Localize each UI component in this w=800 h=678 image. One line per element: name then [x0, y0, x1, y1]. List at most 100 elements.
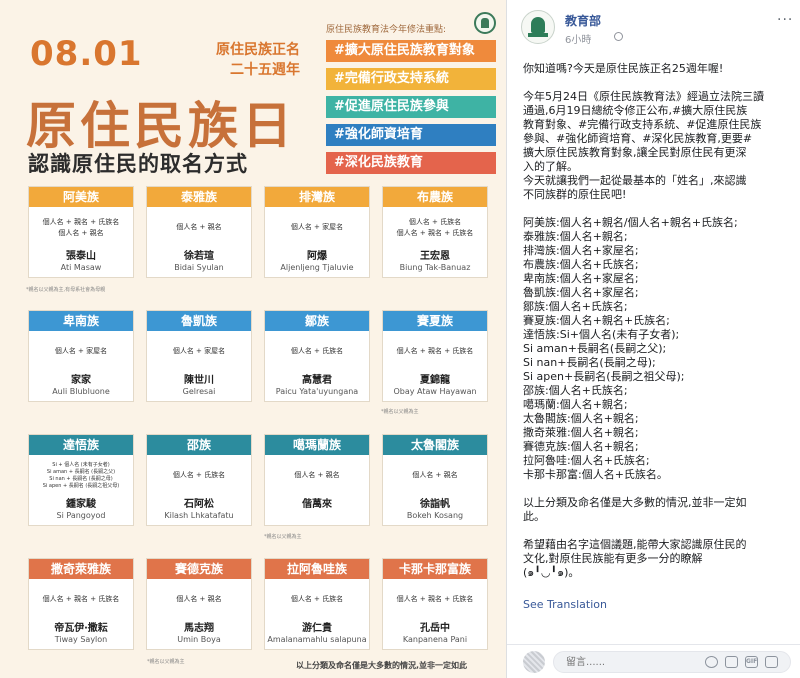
poster-date: 08.01 — [30, 34, 143, 74]
post-line: 不同族群的原住民吧! — [523, 188, 627, 201]
example-name: 馬志翔 — [184, 623, 214, 634]
anniversary-line-1: 原住民族正名 — [216, 42, 300, 58]
post-line: Si aman+長嗣名(長嗣之父); — [523, 342, 667, 355]
naming-rule: 個人名 + 親名 + 氏族名 — [383, 579, 487, 617]
example-name: 高慧君 — [302, 375, 332, 386]
example-romaji: Obay Ataw Hayawan — [393, 387, 477, 396]
page-avatar[interactable] — [521, 10, 555, 44]
tribe-name: 賽夏族 — [383, 311, 487, 331]
example-romaji: Biung Tak-Banuaz — [399, 263, 471, 272]
naming-rule-line: 個人名 + 親名 + 氏族名 — [396, 347, 474, 355]
tribe-name: 賽德克族 — [147, 559, 251, 579]
post-line: 入的了解。 — [523, 160, 578, 173]
tribe-name: 邵族 — [147, 435, 251, 455]
tribe-card: 鄒族個人名 + 氏族名 高慧君 Paicu Yata'uyungana — [264, 310, 370, 402]
naming-rule-line: Si nan + 長嗣名 (長嗣之母) — [49, 475, 113, 482]
poster-anniversary: 原住民族正名 二十五週年 — [170, 40, 300, 80]
naming-rule: 個人名 + 氏族名 — [265, 331, 369, 369]
post-paragraph: 希望藉由名字這個議題,能帶大家認識原住民的 文化,對原住民族能有更多一分的瞭解 (๑… — [523, 538, 793, 580]
poster-subtitle: 認識原住民的取名方式 — [28, 152, 248, 176]
post-paragraph: 你知道嗎?今天是原住民族正名25週年喔! — [523, 62, 793, 76]
post-line: 邵族:個人名+氏族名; — [523, 384, 628, 397]
tribe-name: 鄒族 — [265, 311, 369, 331]
example-name: 游仁貴 — [302, 623, 332, 634]
tribe-card: 卑南族 個人名 + 家屋名 家家 Auli Blubluone — [28, 310, 134, 402]
naming-rule-line: 個人名 + 親名 + 氏族名 — [396, 595, 474, 603]
naming-rule: 個人名 + 親名 — [147, 207, 251, 245]
post-line: 排灣族:個人名+家屋名; — [523, 244, 639, 257]
naming-rule: 個人名 + 氏族名 — [265, 579, 369, 617]
example-name: 張泰山 — [66, 251, 96, 262]
naming-rule: 個人名 + 氏族名 — [147, 455, 251, 493]
example-romaji: Auli Blubluone — [52, 387, 110, 396]
post-line: 此。 — [523, 510, 545, 523]
naming-rule-line: 個人名 + 氏族名 — [290, 347, 344, 355]
naming-rule: 個人名 + 氏族名 個人名 + 親名 + 氏族名 — [383, 207, 487, 245]
tribe-card: 賽夏族 個人名 + 親名 + 氏族名 夏錦龍 Obay Ataw Hayawan — [382, 310, 488, 402]
post-line: 撒奇萊雅:個人名+親名; — [523, 426, 639, 439]
example-romaji: Bokeh Kosang — [406, 511, 464, 520]
post-paragraph: 阿美族:個人名+親名/個人名+親名+氏族名; 泰雅族:個人名+親名; 排灣族:個人名… — [523, 216, 793, 482]
post-line: 卡那卡那富:個人名+氏族名。 — [523, 468, 668, 481]
naming-rule: 個人名 + 親名 + 氏族名 個人名 + 親名 — [29, 207, 133, 245]
naming-rule-line: 個人名 + 親名 — [294, 471, 340, 479]
kavalan-note: *親名以父親為主 — [264, 534, 302, 540]
tribe-name: 卑南族 — [29, 311, 133, 331]
naming-rule: 個人名 + 親名 — [383, 455, 487, 493]
example-name: 徐詣帆 — [420, 499, 450, 510]
example-romaji: Umin Boya — [177, 635, 221, 644]
focus-item: #促進原住民族參與 — [326, 96, 496, 118]
post-line: 今天就讓我們一起從最基本的「姓名」,來認識 — [523, 174, 747, 187]
example-romaji: Kanpanena Pani — [402, 635, 468, 644]
example-name: 徐若瑄 — [184, 251, 214, 262]
post-line: (๑╹◡╹๑)。 — [523, 566, 580, 579]
naming-rule-line: 個人名 + 親名 — [58, 228, 104, 237]
naming-rule-line: 個人名 + 親名 + 氏族名 — [42, 595, 120, 603]
example-romaji: Si Pangoyod — [56, 511, 106, 520]
example-romaji: Kilash Lhkatafatu — [164, 511, 234, 520]
post-line: 達悟族:Si+個人名(未有子女者); — [523, 328, 680, 341]
naming-rule: 個人名 + 家屋名 — [29, 331, 133, 369]
post-line: 太魯閣族:個人名+親名; — [523, 412, 639, 425]
globe-icon — [614, 32, 623, 41]
emoji-icon[interactable] — [705, 656, 718, 668]
post-line: 希望藉由名字這個議題,能帶大家認識原住民的 — [523, 538, 747, 551]
example-name: 石阿松 — [184, 499, 214, 510]
naming-rule-line: Si apen + 長嗣名 (長嗣之祖父母) — [42, 482, 120, 489]
post-line: 鄒族:個人名+氏族名; — [523, 300, 628, 313]
post-timestamp[interactable]: 6小時 — [565, 31, 591, 46]
tribe-card: 泰雅族 個人名 + 親名 徐若瑄 Bidai Syulan — [146, 186, 252, 278]
gif-icon[interactable]: GIF — [745, 656, 758, 668]
camera-icon[interactable] — [725, 656, 738, 668]
naming-rule-line: 個人名 + 家屋名 — [54, 347, 108, 355]
tribe-name: 阿美族 — [29, 187, 133, 207]
example-romaji: Bidai Syulan — [174, 263, 224, 272]
post-line: 通過,6月19日總統令修正公布,#擴大原住民族 — [523, 104, 748, 117]
poster-image: 08.01 原住民族正名 二十五週年 原住民族日 認識原住民的取名方式 原住民族… — [0, 0, 506, 678]
post-line: 賽德克族:個人名+親名; — [523, 440, 639, 453]
post-line: 你知道嗎?今天是原住民族正名25週年喔! — [523, 62, 724, 75]
tribe-card: 撒奇萊雅族 個人名 + 親名 + 氏族名 帝瓦伊‧撒耘 Tiway Saylon — [28, 558, 134, 650]
sticker-icon[interactable] — [765, 656, 778, 668]
example-romaji: Gelresai — [182, 387, 216, 396]
naming-rule-line: 個人名 + 氏族名 — [408, 217, 462, 226]
post-line: 擴大原住民族教育對象,讓全民對原住民有更深 — [523, 146, 747, 159]
example-name: 陳世川 — [184, 375, 214, 386]
example-name: 帝瓦伊‧撒耘 — [54, 623, 108, 634]
page-name-link[interactable]: 教育部 — [565, 12, 601, 29]
tribe-card: 魯凱族 個人名 + 家屋名 陳世川 Gelresai — [146, 310, 252, 402]
more-options-icon[interactable]: ··· — [777, 12, 793, 28]
post-line: Si apen+長嗣名(長嗣之祖父母); — [523, 370, 685, 383]
amis-note: *親名以父親為主,有母系社會為母親 — [26, 287, 106, 293]
example-romaji: Paicu Yata'uyungana — [275, 387, 359, 396]
naming-rule: Si + 個人名 (未有子女者) Si aman + 長嗣名 (長嗣之父) Si n… — [29, 455, 133, 493]
see-translation-link[interactable]: See Translation — [523, 598, 607, 611]
tribe-name: 排灣族 — [265, 187, 369, 207]
tribe-name: 卡那卡那富族 — [383, 559, 487, 579]
poster-footer: 以上分類及命名僅是大多數的情況,並非一定如此 — [296, 661, 468, 670]
post-line: 噶瑪蘭:個人名+親名; — [523, 398, 628, 411]
post-line: 賽夏族:個人名+親名+氏族名; — [523, 314, 670, 327]
naming-rule: 個人名 + 親名 — [147, 579, 251, 617]
example-name: 偕萬來 — [302, 499, 332, 510]
post-line: 卑南族:個人名+家屋名; — [523, 272, 639, 285]
